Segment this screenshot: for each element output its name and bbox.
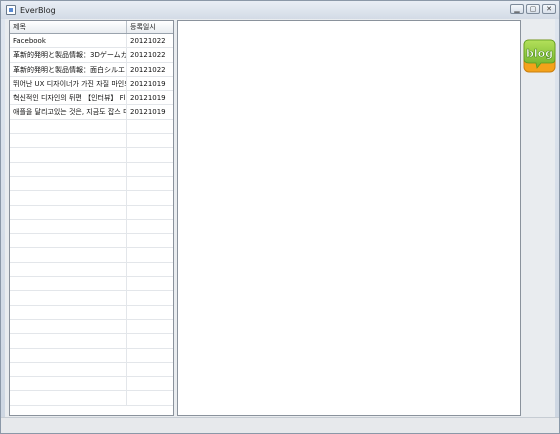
empty-cell [10, 334, 127, 348]
empty-cell [10, 262, 127, 277]
empty-cell [127, 334, 173, 347]
empty-table-row [10, 277, 173, 292]
empty-cell [10, 291, 127, 305]
empty-table-row [10, 219, 173, 235]
title-bar[interactable]: EverBlog ▁ ▢ ✕ [1, 1, 559, 19]
empty-cell [10, 362, 127, 377]
minimize-button[interactable]: ▁ [510, 4, 524, 14]
row-date: 20121019 [130, 108, 166, 117]
empty-cell [10, 305, 127, 319]
empty-cell [10, 134, 127, 148]
empty-cell [127, 220, 173, 233]
empty-table-row [10, 348, 173, 363]
empty-table-row [10, 148, 173, 163]
empty-cell [10, 348, 127, 362]
column-header-date[interactable]: 등록일시 [127, 21, 173, 33]
empty-table-row [10, 162, 173, 177]
row-title: 애플을 달리고있는 것은, 지금도 잡스 디 [10, 105, 127, 119]
empty-cell [127, 120, 173, 133]
empty-cell [10, 205, 127, 219]
blog-icon-label: blog [526, 47, 553, 60]
row-date: 20121022 [130, 51, 166, 60]
empty-table-row [10, 305, 173, 320]
empty-table-row [10, 391, 173, 406]
empty-cell [10, 377, 127, 391]
row-title: 革新的発明と製品情報：3Dゲームカード [10, 48, 127, 62]
empty-cell [10, 248, 127, 262]
row-date: 20121022 [130, 65, 166, 74]
close-button[interactable]: ✕ [542, 4, 556, 14]
empty-cell [10, 176, 127, 191]
empty-table-row [10, 176, 173, 192]
empty-cell [10, 277, 127, 291]
empty-table-row [10, 377, 173, 392]
app-icon [6, 5, 16, 15]
empty-cell [127, 206, 173, 219]
empty-cell [10, 391, 127, 405]
table-row[interactable]: 革新的発明と製品情報：面白シルエッ 20121022 [10, 62, 173, 77]
window-title: EverBlog [20, 5, 56, 15]
empty-cell [127, 391, 173, 404]
empty-cell [127, 163, 173, 176]
row-title: 革新的発明と製品情報：面白シルエッ [10, 62, 127, 76]
empty-cell [127, 363, 173, 376]
table-body: Facebook20121022革新的発明と製品情報：3Dゲームカード20121… [10, 34, 173, 406]
column-header-title[interactable]: 제목 [10, 21, 127, 33]
status-bar [1, 417, 559, 433]
empty-table-row [10, 362, 173, 378]
table-row[interactable]: 革新的発明と製品情報：3Dゲームカード20121022 [10, 48, 173, 63]
close-icon: ✕ [546, 4, 552, 13]
empty-table-row [10, 262, 173, 278]
empty-cell [10, 162, 127, 176]
row-date: 20121019 [130, 94, 166, 103]
empty-table-row [10, 134, 173, 149]
empty-cell [127, 134, 173, 147]
empty-cell [127, 306, 173, 319]
empty-cell [127, 377, 173, 390]
table-row[interactable]: 애플을 달리고있는 것은, 지금도 잡스 디 20121019 [10, 105, 173, 120]
empty-cell [10, 191, 127, 205]
empty-cell [10, 219, 127, 234]
empty-cell [127, 349, 173, 362]
empty-cell [10, 148, 127, 162]
row-date: 20121022 [130, 37, 166, 45]
empty-table-row [10, 319, 173, 335]
empty-table-row [10, 205, 173, 220]
content-view[interactable] [177, 20, 521, 416]
table-row[interactable]: Facebook 20121022 [10, 34, 173, 49]
row-title: 뛰어난 UX 디자이너가 가진 자질 마인드 [10, 76, 127, 91]
minimize-icon: ▁ [514, 4, 520, 13]
table-row[interactable]: 혁신적인 디자인의 뒤편 【인터뷰】 Fli 20121019 [10, 91, 173, 106]
empty-cell [127, 277, 173, 290]
empty-cell [127, 248, 173, 261]
post-table[interactable]: 제목 등록일시 Facebook 20121022 革新的発明と製品情報：3Dゲーム… [9, 20, 174, 416]
empty-cell [10, 119, 127, 134]
empty-cell [127, 177, 173, 190]
restore-button[interactable]: ▢ [526, 4, 540, 14]
empty-table-row [10, 234, 173, 249]
empty-cell [127, 263, 173, 276]
empty-cell [127, 234, 173, 247]
empty-table-row [10, 248, 173, 263]
empty-cell [127, 291, 173, 304]
app-window: EverBlog ▁ ▢ ✕ 제목 등록일시 Facebook 20121022 革… [0, 0, 560, 434]
client-area: 제목 등록일시 Facebook 20121022 革新的発明と製品情報：3Dゲーム… [5, 19, 556, 417]
row-title: 혁신적인 디자인의 뒤편 【인터뷰】 Fli [10, 91, 127, 105]
table-row[interactable]: 뛰어난 UX 디자이너가 가진 자질 마인드 20121019 [10, 76, 173, 92]
empty-cell [127, 191, 173, 204]
empty-cell [10, 319, 127, 334]
empty-cell [127, 148, 173, 161]
empty-cell [127, 320, 173, 333]
blog-icon[interactable]: blog [523, 39, 556, 73]
table-header: 제목 등록일시 [10, 21, 173, 34]
row-title: Facebook [10, 34, 127, 48]
restore-icon: ▢ [529, 4, 537, 13]
empty-table-row [10, 119, 173, 135]
empty-table-row [10, 291, 173, 306]
empty-table-row [10, 334, 173, 349]
window-controls: ▁ ▢ ✕ [510, 4, 556, 14]
row-date: 20121019 [130, 79, 166, 88]
empty-table-row [10, 191, 173, 206]
empty-cell [10, 234, 127, 248]
